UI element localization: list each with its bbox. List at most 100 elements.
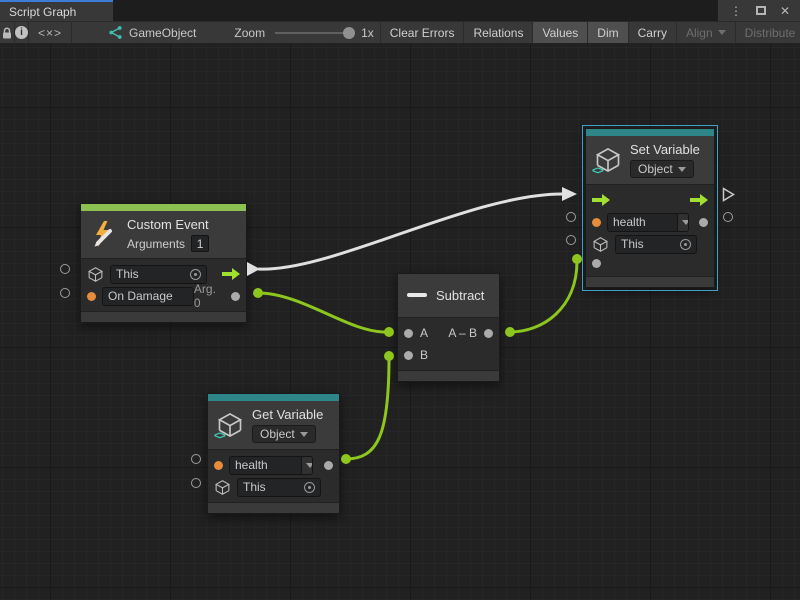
control-wire xyxy=(258,194,562,269)
input-b-port[interactable] xyxy=(404,351,413,360)
gameobject-cube-icon xyxy=(592,236,609,253)
custom-event-name-outer-port[interactable] xyxy=(60,288,70,298)
set-variable-name-outer-port[interactable] xyxy=(566,212,576,222)
caret-down-icon xyxy=(682,220,690,225)
control-output-arrow-icon[interactable] xyxy=(222,268,240,280)
inspect-button[interactable]: i xyxy=(15,22,29,43)
subtract-header: Subtract xyxy=(398,274,499,318)
event-accent-strip xyxy=(81,204,246,211)
wire-endpoint[interactable] xyxy=(505,327,515,337)
tab-script-graph[interactable]: Script Graph xyxy=(0,0,113,21)
node-footer xyxy=(81,311,246,322)
caret-down-icon xyxy=(678,167,686,172)
wire-endpoint[interactable] xyxy=(572,254,582,264)
lock-icon xyxy=(0,26,14,40)
align-dropdown[interactable]: Align xyxy=(677,22,736,43)
node-title: Get Variable xyxy=(252,406,323,423)
set-variable-control-out-outer-port[interactable] xyxy=(722,187,735,202)
graph-toolbar: i <×> GameObject Zoom 1x Clear Errors Re… xyxy=(0,21,800,44)
edit-graph-button[interactable]: <×> xyxy=(29,22,72,43)
get-variable-name-outer-port[interactable] xyxy=(191,454,201,464)
node-title: Subtract xyxy=(436,287,484,304)
value-wire-getvar-to-b xyxy=(346,358,389,459)
set-variable-target-outer-port[interactable] xyxy=(566,235,576,245)
new-value-input-port[interactable] xyxy=(592,259,601,268)
custom-event-target-outer-port[interactable] xyxy=(60,264,70,274)
get-variable-node[interactable]: <> Get Variable Object health xyxy=(207,393,340,514)
node-footer xyxy=(208,502,339,513)
window-controls: ⋮ ✕ xyxy=(718,0,800,21)
arguments-label: Arguments xyxy=(127,237,185,251)
relations-button[interactable]: Relations xyxy=(464,22,533,43)
graph-script-icon: <×> xyxy=(38,26,62,40)
variable-target-field[interactable]: This xyxy=(615,235,697,254)
clear-errors-button[interactable]: Clear Errors xyxy=(380,22,465,43)
object-picker-icon[interactable] xyxy=(304,482,315,493)
arg0-output-port[interactable] xyxy=(231,292,240,301)
zoom-slider[interactable] xyxy=(275,32,355,34)
zoom-control: Zoom 1x xyxy=(234,22,373,43)
object-picker-icon[interactable] xyxy=(190,269,201,280)
value-output-port[interactable] xyxy=(699,218,708,227)
kebab-menu-icon[interactable]: ⋮ xyxy=(730,5,742,17)
graph-canvas[interactable]: Custom Event Arguments 1 This xyxy=(0,44,800,600)
control-output-arrow-icon[interactable] xyxy=(690,194,708,206)
wire-endpoint[interactable] xyxy=(253,288,263,298)
lock-button[interactable] xyxy=(0,22,15,43)
context-label: GameObject xyxy=(129,26,196,40)
value-wire-subtract-to-setvar xyxy=(510,261,577,332)
caret-down-icon xyxy=(306,463,314,468)
input-a-port[interactable] xyxy=(404,329,413,338)
dim-toggle[interactable]: Dim xyxy=(588,22,628,43)
input-a-label: A xyxy=(420,326,428,340)
zoom-value: 1x xyxy=(361,26,374,40)
maximize-icon[interactable] xyxy=(756,6,766,15)
graph-context[interactable]: GameObject xyxy=(100,22,204,43)
info-icon: i xyxy=(15,26,28,39)
distribute-dropdown[interactable]: Distribute xyxy=(736,22,800,43)
variable-cube-icon: <> xyxy=(594,146,622,174)
dropdown-button[interactable] xyxy=(677,213,689,232)
arguments-count-field[interactable]: 1 xyxy=(191,235,209,252)
unity-visual-scripting-window: Script Graph ⋮ ✕ i <×> xyxy=(0,0,800,600)
output-port[interactable] xyxy=(484,329,493,338)
dropdown-button[interactable] xyxy=(301,456,313,475)
set-variable-value-outer-port[interactable] xyxy=(723,212,733,222)
node-title: Custom Event xyxy=(127,216,209,233)
wire-endpoint[interactable] xyxy=(384,351,394,361)
variable-target-field[interactable]: This xyxy=(237,478,321,497)
custom-event-header: Custom Event Arguments 1 xyxy=(81,211,246,259)
variable-name-input-port[interactable] xyxy=(592,218,601,227)
output-label: A – B xyxy=(448,326,477,340)
control-wire-source-triangle[interactable] xyxy=(247,262,260,276)
caret-down-icon xyxy=(300,432,308,437)
variable-name-dropdown[interactable]: health xyxy=(229,456,313,475)
variable-scope-dropdown[interactable]: Object xyxy=(252,425,316,443)
set-variable-node[interactable]: <> Set Variable Object xyxy=(585,128,715,288)
carry-toggle[interactable]: Carry xyxy=(629,22,677,43)
string-input-port[interactable] xyxy=(87,292,96,301)
variable-name-input-port[interactable] xyxy=(214,461,223,470)
variable-accent-strip xyxy=(208,394,339,401)
custom-event-icon xyxy=(89,219,119,249)
event-name-field[interactable]: On Damage xyxy=(102,287,194,306)
get-variable-target-outer-port[interactable] xyxy=(191,478,201,488)
object-picker-icon[interactable] xyxy=(680,239,691,250)
wire-endpoint[interactable] xyxy=(384,327,394,337)
subtract-node[interactable]: Subtract A A – B B xyxy=(397,273,500,382)
values-toggle[interactable]: Values xyxy=(533,22,588,43)
zoom-slider-handle[interactable] xyxy=(343,27,355,39)
tab-bar: Script Graph ⋮ ✕ xyxy=(0,0,800,21)
get-variable-header: <> Get Variable Object xyxy=(208,401,339,450)
control-input-arrow-icon[interactable] xyxy=(592,194,610,206)
set-variable-header: <> Set Variable Object xyxy=(586,136,714,185)
wire-endpoint[interactable] xyxy=(341,454,351,464)
variable-name-dropdown[interactable]: health xyxy=(607,213,689,232)
variable-scope-dropdown[interactable]: Object xyxy=(630,160,694,178)
code-brackets-icon: <> xyxy=(592,165,603,177)
variable-accent-strip xyxy=(586,129,714,136)
value-output-port[interactable] xyxy=(324,461,333,470)
event-target-field[interactable]: This xyxy=(110,265,207,284)
close-icon[interactable]: ✕ xyxy=(780,5,790,17)
custom-event-node[interactable]: Custom Event Arguments 1 This xyxy=(80,203,247,323)
